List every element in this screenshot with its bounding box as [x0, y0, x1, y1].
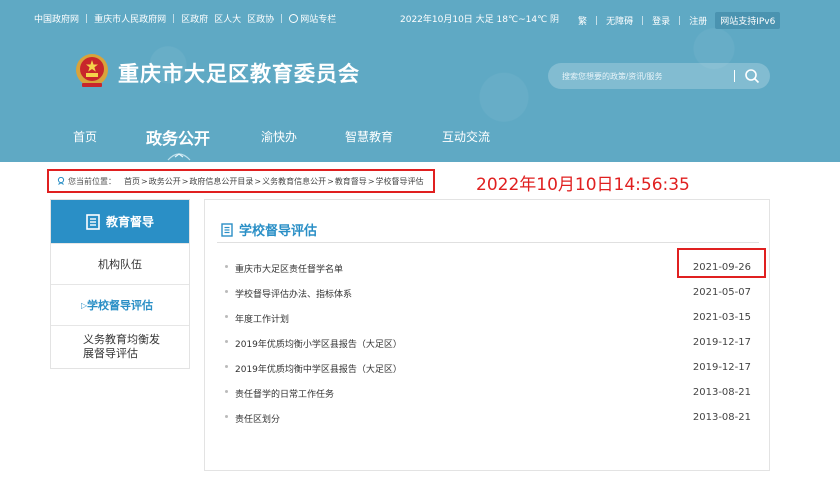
- list-item-title[interactable]: 2019年优质均衡小学区县报告（大足区）: [235, 337, 402, 350]
- list-item[interactable]: 2019年优质均衡中学区县报告（大足区） 2019-12-17: [225, 360, 753, 376]
- ipv6-badge: 网站支持IPv6: [715, 12, 781, 29]
- bullet-icon: [225, 365, 228, 368]
- list-item-title[interactable]: 2019年优质均衡中学区县报告（大足区）: [235, 362, 402, 375]
- national-emblem-icon: [76, 54, 108, 87]
- nav-home[interactable]: 首页: [73, 128, 97, 145]
- crumb-separator: >: [141, 176, 148, 186]
- sidebar: 教育督导 机构队伍 ▷ 学校督导评估 义务教育均衡发 展督导评估: [50, 199, 190, 369]
- crumb-info-catalog[interactable]: 政府信息公开目录: [189, 176, 253, 187]
- panel-title: 学校督导评估: [221, 220, 317, 239]
- globe-icon: [289, 14, 299, 23]
- crumb-separator: >: [181, 176, 189, 186]
- divider: |: [595, 15, 599, 26]
- top-links: 中国政府网 | 重庆市人民政府网 | 区政府 区人大 区政协 | 网站专栏: [34, 12, 336, 26]
- nav-smart-education[interactable]: 智慧教育: [345, 128, 393, 145]
- list-item-date: 2013-08-21: [692, 387, 751, 398]
- sidebar-item-label: 学校督导评估: [87, 299, 153, 312]
- main-nav: 首页 政务公开 渝快办 智慧教育 互动交流: [0, 118, 840, 158]
- traditional-chinese-link[interactable]: 繁: [578, 14, 587, 27]
- document-icon: [86, 213, 100, 230]
- bullet-icon: [225, 290, 228, 293]
- date-weather: 2022年10月10日 大足 18℃~14℃ 阴: [400, 15, 560, 25]
- search-box: [548, 63, 770, 89]
- site-title: 重庆市大足区教育委员会: [118, 62, 360, 86]
- crumb-edu-supervision[interactable]: 教育督导: [335, 176, 367, 187]
- crumb-separator: >: [367, 176, 375, 186]
- crumb-home[interactable]: 首页: [124, 176, 140, 187]
- crumb-separator: >: [327, 176, 334, 186]
- link-district-npc[interactable]: 区人大: [214, 12, 241, 25]
- nav-active-indicator-icon: [167, 153, 191, 161]
- bullet-icon: [225, 390, 228, 393]
- list-item-title[interactable]: 重庆市大足区责任督学名单: [235, 262, 343, 275]
- nav-yukuaiban[interactable]: 渝快办: [261, 128, 297, 145]
- top-right-links: 繁 | 无障碍 | 登录 | 注册 网站支持IPv6: [578, 12, 781, 29]
- active-arrow-icon: ▷: [81, 301, 88, 310]
- sidebar-title: 教育督导: [105, 215, 154, 229]
- list-item-title[interactable]: 学校督导评估办法、指标体系: [235, 287, 352, 300]
- bullet-icon: [225, 265, 228, 268]
- link-cq-gov[interactable]: 重庆市人民政府网: [94, 12, 166, 25]
- timestamp-overlay: 2022年10月10日14:56:35: [476, 175, 690, 195]
- list-item[interactable]: 年度工作计划 2021-03-15: [225, 310, 753, 326]
- accessibility-link[interactable]: 无障碍: [606, 14, 633, 27]
- sidebar-header: 教育督导: [51, 200, 189, 243]
- list-item-date: 2021-05-07: [692, 287, 751, 298]
- panel-divider: [217, 242, 759, 243]
- search-input[interactable]: [562, 63, 732, 89]
- divider: |: [678, 15, 682, 26]
- list-item-title[interactable]: 年度工作计划: [235, 312, 289, 325]
- bullet-icon: [225, 315, 228, 318]
- nav-gov-affairs[interactable]: 政务公开: [146, 125, 210, 149]
- location-pin-icon: [57, 177, 65, 185]
- link-gov-cn[interactable]: 中国政府网: [34, 12, 79, 25]
- link-district-gov[interactable]: 区政府: [181, 12, 208, 25]
- nav-interaction[interactable]: 互动交流: [442, 128, 490, 145]
- divider: |: [641, 15, 645, 26]
- sidebar-item-school-eval[interactable]: ▷ 学校督导评估: [51, 284, 189, 325]
- list-item-title[interactable]: 责任督学的日常工作任务: [235, 387, 334, 400]
- list-item[interactable]: 2019年优质均衡小学区县报告（大足区） 2019-12-17: [225, 335, 753, 351]
- list-item-date: 2019-12-17: [692, 337, 751, 348]
- list-item-date: 2019-12-17: [692, 362, 751, 373]
- divider: |: [172, 13, 176, 24]
- login-link[interactable]: 登录: [652, 14, 670, 27]
- sidebar-item-label-line2: 展督导评估: [83, 347, 138, 360]
- bullet-icon: [225, 340, 228, 343]
- panel-title-text: 学校督导评估: [239, 224, 318, 239]
- site-header: 中国政府网 | 重庆市人民政府网 | 区政府 区人大 区政协 | 网站专栏 20…: [0, 0, 840, 162]
- sidebar-item-balanced-dev[interactable]: 义务教育均衡发 展督导评估: [51, 325, 189, 369]
- divider: |: [280, 13, 284, 24]
- crumb-compulsory-edu[interactable]: 义务教育信息公开: [262, 176, 326, 187]
- bullet-icon: [225, 415, 228, 418]
- content-panel: 学校督导评估 重庆市大足区责任督学名单 2021-09-26 学校督导评估办法、…: [204, 199, 770, 471]
- date-highlight-box: [677, 248, 766, 278]
- search-divider: [734, 70, 735, 82]
- list-item-title[interactable]: 责任区划分: [235, 412, 280, 425]
- list-item[interactable]: 重庆市大足区责任督学名单 2021-09-26: [225, 260, 753, 276]
- breadcrumb-label: 您当前位置：: [68, 176, 116, 186]
- link-site-column[interactable]: 网站专栏: [289, 12, 336, 25]
- breadcrumb: 您当前位置： 首页 > 政务公开 > 政府信息公开目录 > 义务教育信息公开 >…: [47, 169, 435, 193]
- list-item[interactable]: 责任督学的日常工作任务 2013-08-21: [225, 385, 753, 401]
- search-icon[interactable]: [744, 68, 760, 84]
- list-item[interactable]: 责任区划分 2013-08-21: [225, 410, 753, 426]
- link-district-cppcc[interactable]: 区政协: [247, 12, 274, 25]
- crumb-gov-affairs[interactable]: 政务公开: [149, 176, 181, 187]
- site-column-label: 网站专栏: [300, 15, 337, 25]
- list-item-date: 2013-08-21: [692, 412, 751, 423]
- divider: |: [85, 13, 89, 24]
- list-item-date: 2021-03-15: [692, 312, 751, 323]
- list-item[interactable]: 学校督导评估办法、指标体系 2021-05-07: [225, 285, 753, 301]
- crumb-school-eval[interactable]: 学校督导评估: [376, 176, 424, 187]
- top-bar: 中国政府网 | 重庆市人民政府网 | 区政府 区人大 区政协 | 网站专栏 20…: [0, 8, 840, 29]
- sidebar-item-label-line1: 义务教育均衡发: [83, 333, 160, 346]
- sidebar-item-org-team[interactable]: 机构队伍: [51, 243, 189, 284]
- crumb-separator: >: [254, 176, 262, 186]
- register-link[interactable]: 注册: [689, 14, 707, 27]
- document-icon: [221, 222, 233, 237]
